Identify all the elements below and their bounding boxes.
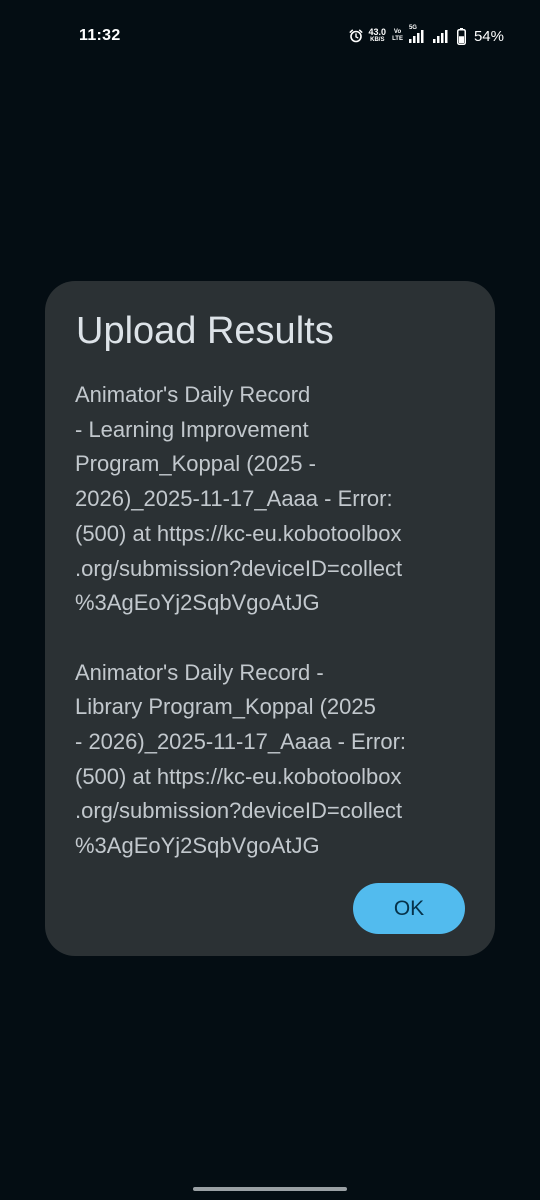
volte-top-label: Vo bbox=[393, 29, 402, 35]
volte-bottom-label: LTE bbox=[392, 36, 403, 42]
result-separator bbox=[75, 621, 467, 656]
5g-signal-icon: 5G bbox=[408, 25, 427, 43]
upload-results-dialog: Upload Results Animator's Daily Record -… bbox=[45, 281, 495, 956]
battery-percent: 54% bbox=[473, 27, 504, 45]
network-speed-unit: KB/S bbox=[370, 37, 385, 43]
network-speed-value: 43.0 bbox=[368, 27, 387, 37]
volte-icon: Vo LTE bbox=[392, 29, 403, 43]
battery-icon bbox=[456, 27, 466, 45]
network-speed-indicator: 43.0 KB/S bbox=[369, 28, 387, 44]
alarm-icon bbox=[349, 29, 363, 43]
upload-result-item: Animator's Daily Record - Library Progra… bbox=[75, 659, 407, 859]
status-icons: 43.0 KB/S Vo LTE 5G 54% bbox=[349, 25, 504, 46]
dialog-message: Animator's Daily Record - Learning Impro… bbox=[75, 378, 467, 864]
screen: 11:32 43.0 KB/S Vo LTE 5G 54% Upload Res… bbox=[0, 0, 540, 1200]
status-time: 11:32 bbox=[79, 27, 121, 44]
gesture-nav-handle[interactable] bbox=[193, 1187, 347, 1191]
upload-result-item: Animator's Daily Record - Learning Impro… bbox=[75, 382, 403, 616]
ok-button[interactable]: OK bbox=[353, 883, 465, 934]
network-type-label: 5G bbox=[408, 25, 417, 31]
status-bar: 11:32 43.0 KB/S Vo LTE 5G 54% bbox=[0, 0, 540, 72]
dialog-title: Upload Results bbox=[76, 310, 334, 352]
signal-icon bbox=[432, 30, 448, 43]
signal-bars-icon bbox=[408, 30, 424, 43]
